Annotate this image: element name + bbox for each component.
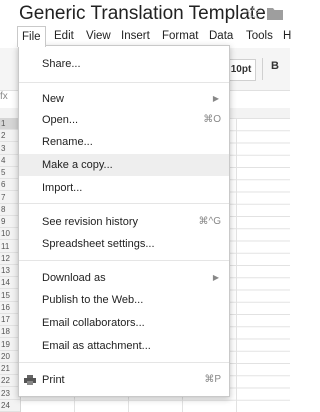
menu-item-label: Download as xyxy=(42,272,106,284)
file-menu-dropdown: Share... New ▶ Open... ⌘O Rename... Make… xyxy=(18,45,230,397)
menu-item-email-attachment[interactable]: Email as attachment... xyxy=(19,335,229,357)
menu-item-publish[interactable]: Publish to the Web... xyxy=(19,289,229,311)
row-number[interactable]: 13 xyxy=(0,265,20,277)
row-number[interactable]: 23 xyxy=(0,388,20,400)
menu-data[interactable]: Data xyxy=(209,27,233,45)
row-number[interactable]: 24 xyxy=(0,400,20,412)
menu-item-make-copy[interactable]: Make a copy... xyxy=(19,154,229,176)
menu-item-import[interactable]: Import... xyxy=(19,177,229,199)
menu-item-label: New xyxy=(42,93,65,105)
row-number[interactable]: 8 xyxy=(0,204,20,216)
column-divider xyxy=(236,118,237,412)
menu-item-share[interactable]: Share... xyxy=(19,53,229,75)
formula-bar-label: fx xyxy=(0,91,8,102)
star-icon[interactable]: ☆ xyxy=(245,3,262,25)
row-number[interactable]: 1 xyxy=(0,118,20,130)
menu-item-label: Email collaborators... xyxy=(42,317,145,329)
row-number[interactable]: 19 xyxy=(0,339,20,351)
menu-view[interactable]: View xyxy=(86,27,111,45)
menu-insert[interactable]: Insert xyxy=(121,27,150,45)
row-number[interactable]: 20 xyxy=(0,351,20,363)
menu-separator xyxy=(19,260,229,261)
row-number[interactable]: 21 xyxy=(0,363,20,375)
menu-format[interactable]: Format xyxy=(162,27,198,45)
row-number[interactable]: 3 xyxy=(0,143,20,155)
menu-item-label: Rename... xyxy=(42,136,93,148)
menu-item-label: Print xyxy=(42,374,65,386)
row-number[interactable]: 11 xyxy=(0,241,20,253)
menu-item-label: Open... xyxy=(42,114,79,126)
row-number[interactable]: 6 xyxy=(0,179,20,192)
submenu-arrow-icon: ▶ xyxy=(212,273,219,282)
row-number[interactable]: 5 xyxy=(0,167,20,179)
row-number[interactable]: 14 xyxy=(0,277,20,290)
menu-edit[interactable]: Edit xyxy=(54,27,74,45)
menu-separator xyxy=(19,82,229,83)
submenu-arrow-icon: ▶ xyxy=(212,94,219,103)
toolbar-divider xyxy=(262,58,263,80)
menu-item-email-collaborators[interactable]: Email collaborators... xyxy=(19,312,229,334)
menu-item-label: See revision history xyxy=(42,216,138,228)
folder-icon[interactable] xyxy=(267,7,283,20)
row-number[interactable]: 2 xyxy=(0,130,20,143)
row-number[interactable]: 10 xyxy=(0,228,20,241)
menu-item-download-as[interactable]: Download as ▶ xyxy=(19,267,229,289)
printer-icon xyxy=(24,375,36,385)
menu-item-label: Email as attachment... xyxy=(42,340,151,352)
row-number[interactable]: 17 xyxy=(0,314,20,326)
menu-item-new[interactable]: New ▶ xyxy=(19,88,229,110)
menu-item-spreadsheet-settings[interactable]: Spreadsheet settings... xyxy=(19,233,229,255)
row-number[interactable]: 7 xyxy=(0,192,20,204)
menu-separator xyxy=(19,203,229,204)
menu-file[interactable]: File xyxy=(17,26,46,47)
shortcut-label: ⌘P xyxy=(204,374,221,385)
menu-separator xyxy=(19,362,229,363)
row-number[interactable]: 9 xyxy=(0,216,20,228)
row-number[interactable]: 4 xyxy=(0,155,20,167)
menu-item-open[interactable]: Open... ⌘O xyxy=(19,109,229,131)
shortcut-label: ⌘^G xyxy=(198,216,221,227)
row-number[interactable]: 18 xyxy=(0,326,20,339)
menu-item-print[interactable]: Print ⌘P xyxy=(19,369,229,391)
menu-tools[interactable]: Tools xyxy=(246,27,273,45)
menu-help[interactable]: H xyxy=(283,27,291,45)
menu-item-label: Make a copy... xyxy=(42,159,113,171)
menu-item-revision-history[interactable]: See revision history ⌘^G xyxy=(19,211,229,233)
row-number[interactable]: 15 xyxy=(0,290,20,302)
shortcut-label: ⌘O xyxy=(203,114,221,125)
font-size-select[interactable]: 10pt xyxy=(226,59,256,81)
row-number[interactable]: 16 xyxy=(0,302,20,314)
menu-item-label: Publish to the Web... xyxy=(42,294,144,306)
row-number[interactable]: 22 xyxy=(0,375,20,388)
row-number[interactable]: 12 xyxy=(0,253,20,265)
menu-item-label: Share... xyxy=(42,58,81,70)
document-title[interactable]: Generic Translation Template xyxy=(19,3,266,25)
menu-item-label: Spreadsheet settings... xyxy=(42,238,155,250)
bold-button[interactable]: B xyxy=(271,60,279,72)
menu-item-rename[interactable]: Rename... xyxy=(19,131,229,153)
menubar: File Edit View Insert Format Data Tools … xyxy=(0,26,291,47)
menu-item-label: Import... xyxy=(42,182,83,194)
